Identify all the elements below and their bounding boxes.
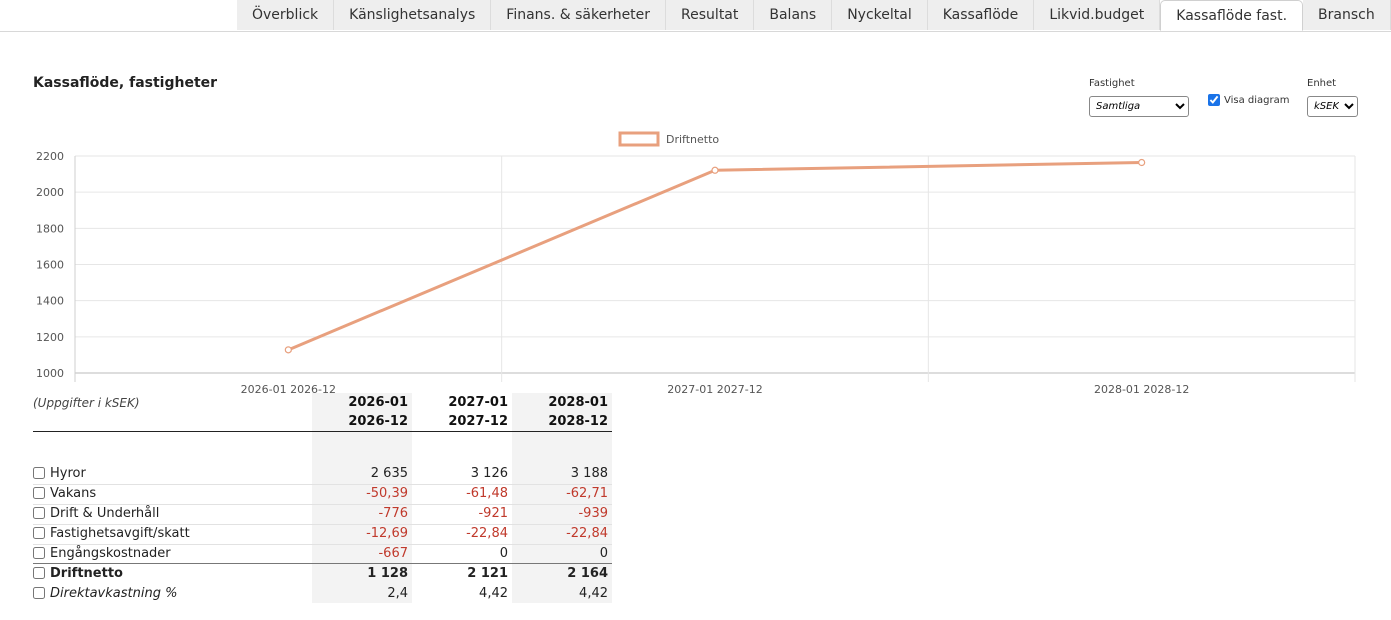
y-tick-label: 1000 bbox=[36, 367, 64, 380]
unit-select[interactable]: kSEK bbox=[1307, 96, 1358, 117]
column-header-from: 2028-01 bbox=[548, 395, 608, 410]
tab-6[interactable]: Kassaflöde bbox=[927, 0, 1035, 30]
row-label: Vakans bbox=[50, 486, 97, 501]
column-header-to: 2026-12 bbox=[348, 414, 408, 429]
row-value: -22,84 bbox=[466, 526, 508, 541]
row-checkbox[interactable] bbox=[33, 547, 45, 559]
table-row: Drift & Underhåll -776 -921 -939 bbox=[33, 504, 612, 525]
table-row: Vakans -50,39 -61,48 -62,71 bbox=[33, 484, 612, 505]
legend-swatch bbox=[618, 131, 660, 147]
tab-7[interactable]: Likvid.budget bbox=[1034, 0, 1161, 30]
y-tick-label: 1400 bbox=[36, 295, 64, 308]
row-checkbox[interactable] bbox=[33, 567, 45, 579]
row-label: Fastighetsavgift/skatt bbox=[50, 526, 190, 541]
row-value: 4,42 bbox=[579, 586, 608, 601]
row-value: -62,71 bbox=[566, 486, 608, 501]
unit-label: Enhet bbox=[1307, 78, 1337, 89]
row-value: 2 635 bbox=[370, 466, 408, 481]
y-tick-label: 1800 bbox=[36, 222, 64, 235]
row-label: Hyror bbox=[50, 466, 86, 481]
tab-1[interactable]: Känslighetsanalys bbox=[334, 0, 492, 30]
tab-3[interactable]: Resultat bbox=[666, 0, 755, 30]
units-note: (Uppgifter i kSEK) bbox=[33, 396, 140, 410]
y-tick-label: 1600 bbox=[36, 259, 64, 272]
tabs: Överblick Känslighetsanalys Finans. & säke… bbox=[237, 0, 1391, 31]
show-chart-toggle[interactable]: Visa diagram bbox=[1208, 94, 1290, 106]
column-header-from: 2027-01 bbox=[448, 395, 508, 410]
tab-9[interactable]: Bransch bbox=[1303, 0, 1391, 30]
row-value: -22,84 bbox=[566, 526, 608, 541]
driftnetto-chart: 10001200140016001800200022002026-01 2026… bbox=[36, 131, 1356, 396]
row-value: 2 121 bbox=[467, 566, 508, 581]
row-checkbox[interactable] bbox=[33, 507, 45, 519]
tab-5[interactable]: Nyckeltal bbox=[832, 0, 928, 30]
row-value: 0 bbox=[499, 546, 508, 561]
row-checkbox[interactable] bbox=[33, 467, 45, 479]
tab-2[interactable]: Finans. & säkerheter bbox=[491, 0, 667, 30]
x-tick-label: 2027-01 2027-12 bbox=[667, 383, 762, 396]
row-checkbox[interactable] bbox=[33, 527, 45, 539]
row-checkbox[interactable] bbox=[33, 587, 45, 599]
data-point bbox=[711, 166, 719, 174]
table-row: Direktavkastning % 2,4 4,42 4,42 bbox=[33, 584, 612, 604]
data-point bbox=[1138, 158, 1146, 167]
row-value: -12,69 bbox=[366, 526, 408, 541]
row-value: -50,39 bbox=[366, 486, 408, 501]
row-value: 3 188 bbox=[570, 466, 608, 481]
legend-label: Driftnetto bbox=[666, 133, 719, 146]
column-header-to: 2027-12 bbox=[448, 414, 508, 429]
row-checkbox[interactable] bbox=[33, 487, 45, 499]
page-title: Kassaflöde, fastigheter bbox=[33, 75, 218, 91]
row-value: -776 bbox=[378, 506, 408, 521]
column-header-from: 2026-01 bbox=[348, 395, 408, 410]
series-line bbox=[287, 161, 1142, 352]
y-tick-label: 1200 bbox=[36, 331, 64, 344]
table-row: Hyror 2 635 3 126 3 188 bbox=[33, 464, 612, 485]
row-value: 2,4 bbox=[387, 586, 408, 601]
show-chart-checkbox[interactable] bbox=[1208, 94, 1220, 106]
table-row: Fastighetsavgift/skatt -12,69 -22,84 -22,84 bbox=[33, 524, 612, 545]
row-label: Drift & Underhåll bbox=[50, 506, 160, 521]
row-value: 2 164 bbox=[567, 566, 608, 581]
column-header-to: 2028-12 bbox=[548, 414, 608, 429]
row-value: 1 128 bbox=[367, 566, 408, 581]
property-select[interactable]: Samtliga bbox=[1089, 96, 1189, 117]
row-value: -939 bbox=[578, 506, 608, 521]
row-value: 3 126 bbox=[470, 466, 508, 481]
tab-bar: Överblick Känslighetsanalys Finans. & säke… bbox=[0, 0, 1391, 32]
property-label: Fastighet bbox=[1089, 78, 1135, 89]
show-chart-label: Visa diagram bbox=[1224, 94, 1290, 106]
row-value: 4,42 bbox=[479, 586, 508, 601]
y-tick-label: 2200 bbox=[36, 150, 64, 163]
x-tick-label: 2028-01 2028-12 bbox=[1094, 383, 1189, 396]
row-value: -921 bbox=[478, 506, 508, 521]
header-divider bbox=[33, 431, 612, 432]
row-label: Direktavkastning % bbox=[50, 586, 178, 601]
tab-0[interactable]: Överblick bbox=[237, 0, 335, 30]
row-label: Engångskostnader bbox=[50, 546, 171, 561]
tab-4[interactable]: Balans bbox=[754, 0, 833, 30]
y-tick-label: 2000 bbox=[36, 186, 64, 199]
tab-8[interactable]: Kassaflöde fast. bbox=[1160, 0, 1304, 31]
data-point bbox=[284, 346, 292, 354]
table-row: Engångskostnader -667 0 0 bbox=[33, 544, 612, 564]
row-value: -667 bbox=[378, 546, 408, 561]
row-value: -61,48 bbox=[466, 486, 508, 501]
row-label: Driftnetto bbox=[50, 566, 123, 581]
row-value: 0 bbox=[599, 546, 608, 561]
table-row: Driftnetto 1 128 2 121 2 164 bbox=[33, 563, 612, 584]
